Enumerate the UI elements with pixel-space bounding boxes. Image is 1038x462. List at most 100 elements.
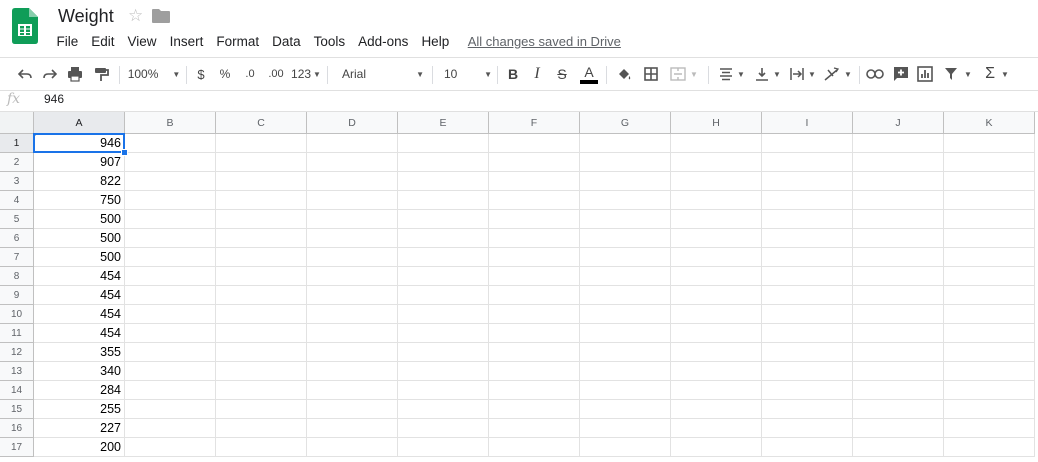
row-header[interactable]: 2	[0, 153, 34, 172]
row-header[interactable]: 5	[0, 210, 34, 229]
cell-f6[interactable]	[489, 229, 580, 248]
document-title[interactable]: Weight	[58, 6, 114, 27]
cell-h12[interactable]	[671, 343, 762, 362]
row-header[interactable]: 10	[0, 305, 34, 324]
cell-b8[interactable]	[125, 267, 216, 286]
cell-d9[interactable]	[307, 286, 398, 305]
cell-f5[interactable]	[489, 210, 580, 229]
cell-c5[interactable]	[216, 210, 307, 229]
column-header-b[interactable]: B	[125, 112, 216, 134]
cell-c3[interactable]	[216, 172, 307, 191]
cell-e14[interactable]	[398, 381, 489, 400]
cell-c4[interactable]	[216, 191, 307, 210]
cell-e7[interactable]	[398, 248, 489, 267]
row-header[interactable]: 11	[0, 324, 34, 343]
cell-c9[interactable]	[216, 286, 307, 305]
cell-a11[interactable]: 454	[34, 324, 125, 343]
cell-b3[interactable]	[125, 172, 216, 191]
cell-g17[interactable]	[580, 438, 671, 457]
cell-d17[interactable]	[307, 438, 398, 457]
column-header-c[interactable]: C	[216, 112, 307, 134]
cell-k6[interactable]	[944, 229, 1035, 248]
cell-i17[interactable]	[762, 438, 853, 457]
cell-e6[interactable]	[398, 229, 489, 248]
italic-button[interactable]: I	[528, 58, 546, 90]
row-header[interactable]: 12	[0, 343, 34, 362]
cell-g15[interactable]	[580, 400, 671, 419]
cell-d16[interactable]	[307, 419, 398, 438]
cell-d6[interactable]	[307, 229, 398, 248]
cell-c13[interactable]	[216, 362, 307, 381]
cell-b1[interactable]	[125, 134, 216, 153]
cell-i15[interactable]	[762, 400, 853, 419]
cell-b14[interactable]	[125, 381, 216, 400]
cell-h6[interactable]	[671, 229, 762, 248]
cell-c11[interactable]	[216, 324, 307, 343]
cell-d4[interactable]	[307, 191, 398, 210]
cell-g7[interactable]	[580, 248, 671, 267]
insert-comment-icon[interactable]	[890, 58, 912, 90]
cell-g5[interactable]	[580, 210, 671, 229]
cell-g6[interactable]	[580, 229, 671, 248]
cell-b2[interactable]	[125, 153, 216, 172]
cell-j14[interactable]	[853, 381, 944, 400]
cell-b6[interactable]	[125, 229, 216, 248]
cell-i1[interactable]	[762, 134, 853, 153]
cell-f14[interactable]	[489, 381, 580, 400]
row-header[interactable]: 17	[0, 438, 34, 457]
cell-k8[interactable]	[944, 267, 1035, 286]
cell-j1[interactable]	[853, 134, 944, 153]
cell-g2[interactable]	[580, 153, 671, 172]
cell-j5[interactable]	[853, 210, 944, 229]
row-header[interactable]: 7	[0, 248, 34, 267]
cell-f15[interactable]	[489, 400, 580, 419]
cell-h16[interactable]	[671, 419, 762, 438]
cell-c12[interactable]	[216, 343, 307, 362]
cell-i14[interactable]	[762, 381, 853, 400]
cell-k16[interactable]	[944, 419, 1035, 438]
decrease-decimal-button[interactable]: .0	[240, 58, 260, 90]
row-header[interactable]: 14	[0, 381, 34, 400]
cell-k10[interactable]	[944, 305, 1035, 324]
star-icon[interactable]: ☆	[128, 6, 143, 26]
row-header[interactable]: 15	[0, 400, 34, 419]
cell-i13[interactable]	[762, 362, 853, 381]
cell-e8[interactable]	[398, 267, 489, 286]
menu-item-data[interactable]: Data	[266, 34, 308, 49]
cell-k5[interactable]	[944, 210, 1035, 229]
column-header-e[interactable]: E	[398, 112, 489, 134]
cell-k3[interactable]	[944, 172, 1035, 191]
cell-d12[interactable]	[307, 343, 398, 362]
cell-a3[interactable]: 822	[34, 172, 125, 191]
cell-b9[interactable]	[125, 286, 216, 305]
horizontal-align-icon[interactable]: ▼	[716, 58, 748, 90]
menu-item-help[interactable]: Help	[415, 34, 456, 49]
row-header[interactable]: 9	[0, 286, 34, 305]
cell-c16[interactable]	[216, 419, 307, 438]
cell-d1[interactable]	[307, 134, 398, 153]
cell-a6[interactable]: 500	[34, 229, 125, 248]
formula-input[interactable]: 946	[44, 92, 64, 106]
cell-i9[interactable]	[762, 286, 853, 305]
cell-j15[interactable]	[853, 400, 944, 419]
cell-d11[interactable]	[307, 324, 398, 343]
menu-item-insert[interactable]: Insert	[163, 34, 210, 49]
cell-b7[interactable]	[125, 248, 216, 267]
currency-button[interactable]: $	[192, 58, 210, 90]
row-header[interactable]: 4	[0, 191, 34, 210]
cell-d8[interactable]	[307, 267, 398, 286]
cell-i6[interactable]	[762, 229, 853, 248]
cell-k11[interactable]	[944, 324, 1035, 343]
cell-k15[interactable]	[944, 400, 1035, 419]
cell-h14[interactable]	[671, 381, 762, 400]
row-header[interactable]: 1	[0, 134, 34, 153]
cell-a10[interactable]: 454	[34, 305, 125, 324]
cell-b12[interactable]	[125, 343, 216, 362]
cell-e15[interactable]	[398, 400, 489, 419]
cell-c6[interactable]	[216, 229, 307, 248]
cell-j9[interactable]	[853, 286, 944, 305]
insert-chart-icon[interactable]	[914, 58, 936, 90]
cell-c10[interactable]	[216, 305, 307, 324]
cell-a16[interactable]: 227	[34, 419, 125, 438]
insert-link-icon[interactable]	[864, 58, 886, 90]
